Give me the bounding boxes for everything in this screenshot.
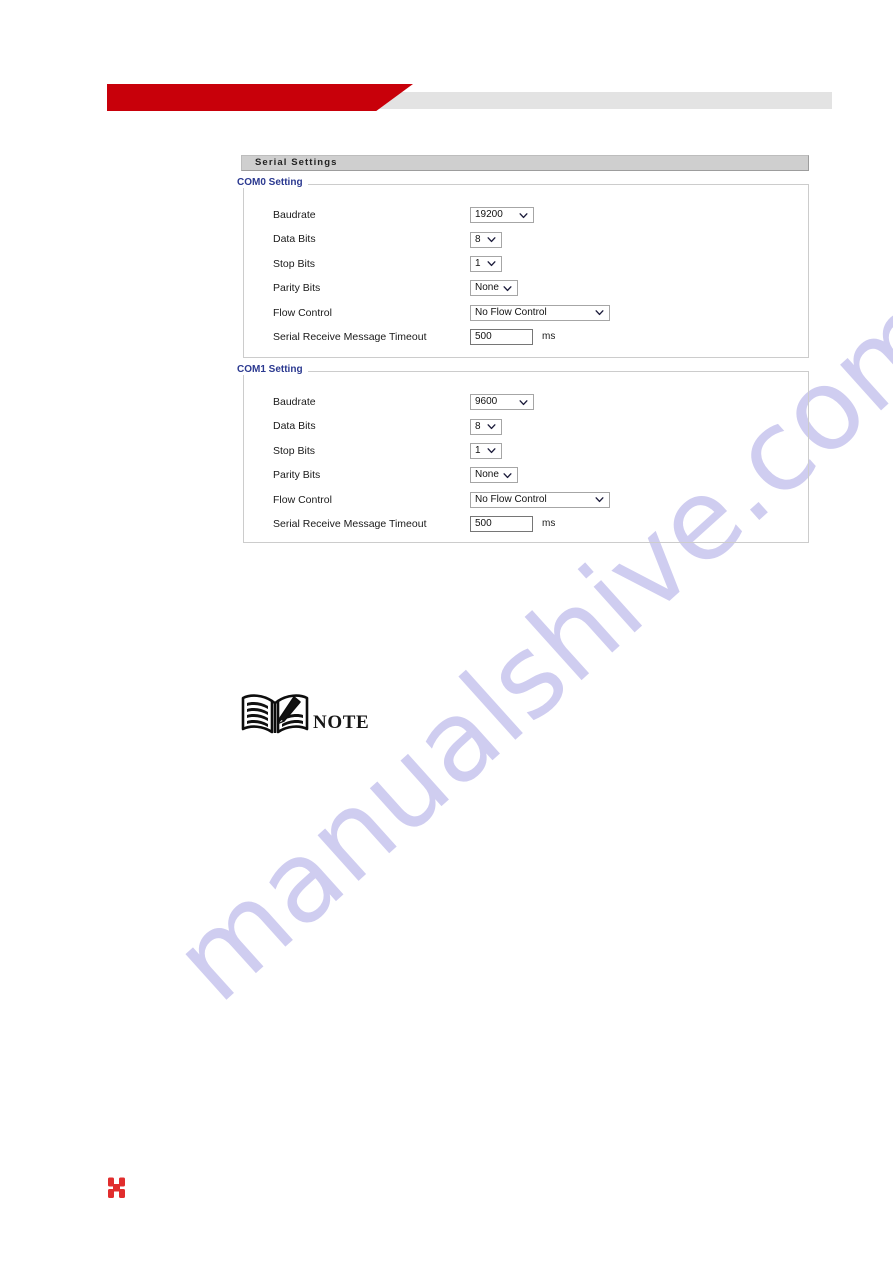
- header-red-bar: [107, 84, 413, 111]
- page-header-banner: [0, 0, 893, 130]
- field-row-flow-control: Flow Control No Flow Control: [273, 488, 793, 512]
- field-row-data-bits: Data Bits 8: [273, 227, 793, 251]
- flow-control-select-value: No Flow Control: [475, 493, 547, 505]
- label-flow-control: Flow Control: [273, 306, 332, 319]
- page-title: Serial Settings: [255, 157, 338, 169]
- com1-settings-fieldset: COM1 Setting Baudrate 9600 Data Bits 8 S…: [236, 365, 809, 543]
- control-data-bits: 8: [470, 231, 502, 248]
- field-row-flow-control: Flow Control No Flow Control: [273, 301, 793, 325]
- chevron-down-icon: [519, 398, 528, 407]
- control-baudrate: 9600: [470, 394, 534, 411]
- serial-receive-timeout-unit: ms: [542, 518, 556, 530]
- label-serial-receive-timeout: Serial Receive Message Timeout: [273, 517, 427, 530]
- chevron-down-icon: [503, 284, 512, 293]
- chevron-down-icon: [595, 308, 604, 317]
- serial-receive-timeout-input[interactable]: 500: [470, 329, 533, 346]
- stop-bits-select[interactable]: 1: [470, 255, 502, 272]
- control-stop-bits: 1: [470, 442, 502, 459]
- data-bits-select[interactable]: 8: [470, 418, 502, 435]
- label-baudrate: Baudrate: [273, 395, 316, 408]
- control-serial-receive-timeout: 500 ms: [470, 329, 556, 346]
- chevron-down-icon: [487, 259, 496, 268]
- chevron-down-icon: [487, 235, 496, 244]
- control-stop-bits: 1: [470, 255, 502, 272]
- stop-bits-select-value: 1: [475, 444, 481, 456]
- control-baudrate: 19200: [470, 207, 534, 224]
- chevron-down-icon: [487, 446, 496, 455]
- field-row-parity-bits: Parity Bits None: [273, 276, 793, 300]
- field-row-stop-bits: Stop Bits 1: [273, 439, 793, 463]
- header-gray-bar: [330, 92, 832, 109]
- flow-control-select[interactable]: No Flow Control: [470, 304, 610, 321]
- control-parity-bits: None: [470, 467, 518, 484]
- com1-field-rows: Baudrate 9600 Data Bits 8 Stop Bits 1 Pa…: [273, 390, 793, 536]
- field-row-data-bits: Data Bits 8: [273, 414, 793, 438]
- label-baudrate: Baudrate: [273, 208, 316, 221]
- stop-bits-select-value: 1: [475, 257, 481, 269]
- control-parity-bits: None: [470, 280, 518, 297]
- flow-control-select-value: No Flow Control: [475, 306, 547, 318]
- chevron-down-icon: [519, 211, 528, 220]
- baudrate-select[interactable]: 19200: [470, 207, 534, 224]
- baudrate-select-value: 9600: [475, 396, 498, 408]
- data-bits-select-value: 8: [475, 233, 481, 245]
- label-data-bits: Data Bits: [273, 233, 316, 246]
- field-row-baudrate: Baudrate 19200: [273, 203, 793, 227]
- label-flow-control: Flow Control: [273, 493, 332, 506]
- field-row-stop-bits: Stop Bits 1: [273, 252, 793, 276]
- control-serial-receive-timeout: 500 ms: [470, 516, 556, 533]
- parity-bits-select-value: None: [475, 469, 499, 481]
- serial-receive-timeout-input[interactable]: 500: [470, 516, 533, 533]
- control-flow-control: No Flow Control: [470, 304, 610, 321]
- chevron-down-icon: [595, 495, 604, 504]
- parity-bits-select[interactable]: None: [470, 467, 518, 484]
- label-data-bits: Data Bits: [273, 420, 316, 433]
- label-parity-bits: Parity Bits: [273, 469, 321, 482]
- data-bits-select[interactable]: 8: [470, 231, 502, 248]
- chevron-down-icon: [503, 471, 512, 480]
- parity-bits-select-value: None: [475, 282, 499, 294]
- serial-settings-title-bar: Serial Settings: [241, 155, 809, 171]
- com0-field-rows: Baudrate 19200 Data Bits 8 Stop Bits 1 P…: [273, 203, 793, 349]
- label-serial-receive-timeout: Serial Receive Message Timeout: [273, 330, 427, 343]
- baudrate-select[interactable]: 9600: [470, 394, 534, 411]
- label-stop-bits: Stop Bits: [273, 444, 316, 457]
- com0-settings-fieldset: COM0 Setting Baudrate 19200 Data Bits 8 …: [236, 178, 809, 358]
- field-row-serial-receive-timeout: Serial Receive Message Timeout 500 ms: [273, 325, 793, 349]
- data-bits-select-value: 8: [475, 420, 481, 432]
- com0-legend: COM0 Setting: [236, 178, 308, 188]
- note-label: NOTE: [313, 712, 370, 733]
- field-row-serial-receive-timeout: Serial Receive Message Timeout 500 ms: [273, 512, 793, 536]
- flow-control-select[interactable]: No Flow Control: [470, 491, 610, 508]
- note-block: NOTE: [241, 692, 369, 736]
- parity-bits-select[interactable]: None: [470, 280, 518, 297]
- field-row-parity-bits: Parity Bits None: [273, 463, 793, 487]
- baudrate-select-value: 19200: [475, 209, 503, 221]
- field-row-baudrate: Baudrate 9600: [273, 390, 793, 414]
- stop-bits-select[interactable]: 1: [470, 442, 502, 459]
- control-flow-control: No Flow Control: [470, 491, 610, 508]
- open-book-with-pen-icon: [241, 692, 309, 736]
- label-parity-bits: Parity Bits: [273, 282, 321, 295]
- chevron-down-icon: [487, 422, 496, 431]
- control-data-bits: 8: [470, 418, 502, 435]
- com1-legend: COM1 Setting: [236, 365, 308, 375]
- label-stop-bits: Stop Bits: [273, 257, 316, 270]
- serial-receive-timeout-unit: ms: [542, 331, 556, 343]
